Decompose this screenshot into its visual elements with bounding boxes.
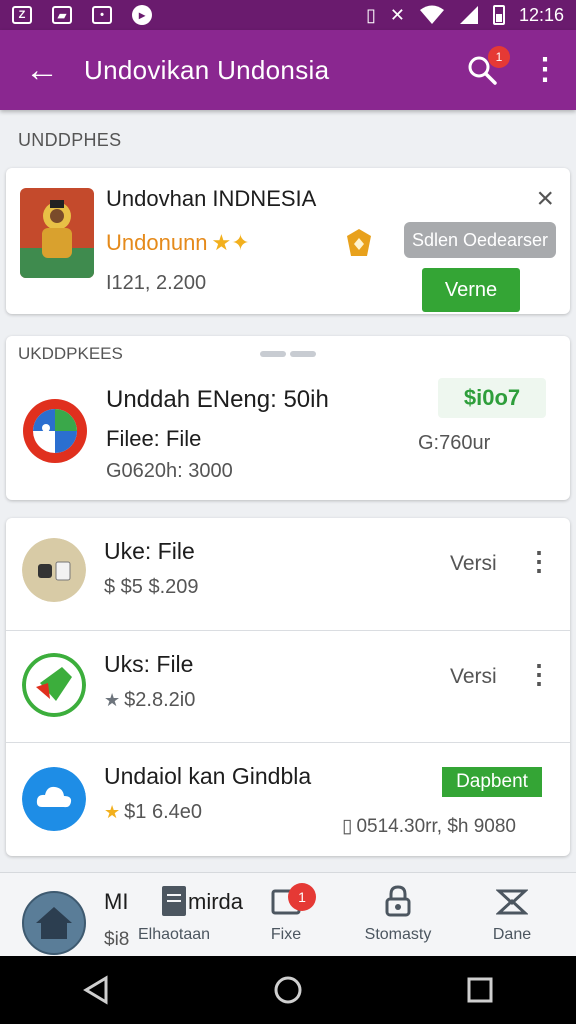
nav-item[interactable]: 1 Fixe — [238, 883, 334, 944]
clock: 12:16 — [518, 4, 564, 25]
back-triangle-icon[interactable] — [82, 975, 110, 1005]
system-navigation-bar — [0, 956, 576, 1024]
image-icon: ▰ — [52, 6, 72, 24]
cloud-app-icon — [22, 767, 86, 831]
signal-icon — [459, 6, 478, 24]
battery-icon — [492, 5, 505, 25]
app-bar: ← Undovikan Undonsia 1 ⋮ — [0, 30, 576, 110]
message-icon: • — [92, 6, 112, 24]
mute-icon: ✕ — [389, 4, 405, 25]
section-label: UNDDPHES — [18, 130, 122, 150]
app-size: G:760ur — [418, 432, 491, 454]
vibrate-icon: ▯ — [365, 4, 376, 25]
nav-item[interactable]: Dane — [464, 885, 560, 944]
nav-item-label: Fixe — [270, 926, 302, 943]
app-icon — [22, 653, 86, 717]
notification-icon: Z — [12, 6, 32, 24]
home-circle-icon[interactable] — [273, 975, 303, 1005]
status-bar: Z ▰ • ▸ ▯ ✕ 12:16 — [0, 0, 576, 30]
home-button[interactable] — [22, 891, 86, 955]
overflow-menu-icon[interactable]: ⋮ — [526, 661, 552, 687]
peek-title: MI — [104, 889, 129, 914]
list-item-price-row: ★ $1 6.4e0 — [104, 801, 202, 824]
overflow-menu-icon[interactable]: ⋮ — [526, 548, 552, 574]
nav-item-label: Elhaotaan — [137, 926, 211, 943]
list-item-title: Undaiol kan Gindbla — [104, 763, 312, 789]
nav-item-overlay: mirda — [188, 889, 244, 914]
developer-name: Undonunn — [106, 230, 208, 255]
app-subtitle: Filee: File — [106, 426, 202, 451]
lock-icon — [385, 885, 411, 917]
developer-row: Undonunn ★✦ — [106, 230, 250, 256]
featured-app-card[interactable]: Undovhan INDNESIA Undonunn ★✦ I121, 2.20… — [6, 168, 570, 314]
list-item-price: $ $5 $.209 — [104, 576, 199, 598]
secondary-button[interactable]: Sdlen Oedearser — [404, 222, 556, 258]
search-button[interactable]: 1 — [450, 40, 514, 100]
app-list: Uke: File $ $5 $.209 Versi ⋮ Uks: File ★… — [6, 518, 570, 856]
star-icon: ★ — [104, 690, 121, 710]
list-item-price: $1 6.4e0 — [124, 801, 202, 823]
nav-item-label: Stomasty — [364, 926, 432, 943]
recents-square-icon[interactable] — [466, 976, 494, 1004]
list-item-price-row: ★ $2.8.2i0 — [104, 689, 195, 712]
list-item[interactable]: Uke: File $ $5 $.209 Versi ⋮ — [6, 518, 570, 630]
close-icon[interactable]: × — [536, 184, 554, 214]
list-item-version: Versi — [450, 552, 497, 575]
star-icon: ★✦ — [211, 230, 250, 255]
storage-icon: ▯ — [342, 816, 353, 837]
list-item[interactable]: Undaiol kan Gindbla ★ $1 6.4e0 Dapbent ▯… — [6, 742, 570, 854]
app-title: Unddah ENeng: 50ih — [106, 386, 329, 413]
drag-handle[interactable] — [260, 344, 320, 357]
mail-icon — [495, 889, 529, 915]
list-item-title: Uke: File — [104, 538, 195, 564]
app-card[interactable]: UKDDPKEES Unddah ENeng: 50ih Filee: File… — [6, 336, 570, 500]
section-label: UKDDPKEES — [18, 344, 123, 363]
star-icon: ★ — [104, 802, 121, 822]
play-icon: ▸ — [132, 5, 152, 25]
price-button[interactable]: $i0o7 — [438, 378, 546, 418]
list-item[interactable]: Uks: File ★ $2.8.2i0 Versi ⋮ — [6, 630, 570, 742]
app-thumbnail — [20, 188, 94, 278]
list-item-title: Uks: File — [104, 651, 194, 677]
nav-item-badge: 1 — [288, 883, 316, 911]
install-button[interactable]: Verne — [422, 268, 520, 312]
app-name: Undovhan INDNESIA — [106, 186, 317, 211]
document-icon — [162, 886, 186, 916]
list-item-version: Versi — [450, 665, 497, 688]
notification-badge: 1 — [488, 46, 510, 68]
list-item-size: 0514.30rr, $h 9080 — [356, 815, 516, 837]
nav-item[interactable]: Stomasty — [350, 885, 446, 944]
nav-item-label: Dane — [492, 926, 532, 943]
app-icon — [22, 538, 86, 602]
status-badge: Dapbent — [442, 767, 542, 797]
app-icon — [23, 399, 87, 463]
app-title: Undovikan Undonsia — [84, 54, 330, 85]
nav-item[interactable]: mirda Elhaotaan — [126, 885, 243, 944]
bottom-navigation: MI $i8 mirda Elhaotaan 1 Fixe Stomasty D… — [0, 872, 576, 956]
wifi-icon — [419, 5, 444, 24]
award-badge-icon — [347, 229, 371, 256]
back-arrow-icon[interactable]: ← — [0, 53, 84, 87]
home-icon — [36, 907, 72, 939]
app-size: I121, 2.200 — [106, 272, 207, 294]
list-item-price: $2.8.2i0 — [124, 689, 196, 711]
app-meta: G0620h: 3000 — [106, 460, 233, 482]
overflow-menu-icon[interactable]: ⋮ — [514, 55, 576, 85]
list-item-size-row: ▯ 0514.30rr, $h 9080 — [342, 815, 516, 838]
